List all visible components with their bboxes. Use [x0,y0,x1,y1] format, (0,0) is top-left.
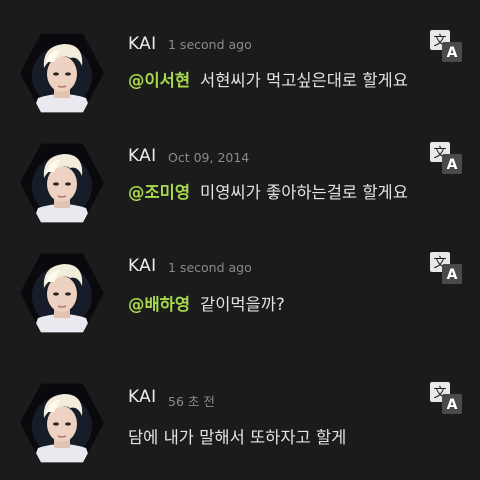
comment-text: 담에 내가 말해서 또하자고 할게 [128,428,347,447]
comment-body: @이서현 서현씨가 먹고싶은대로 할게요 [128,67,408,91]
mention-link[interactable]: @이서현 [128,71,190,90]
author-name[interactable]: KAI [128,146,156,166]
comment-text: 같이먹을까? [200,295,285,314]
author-name[interactable]: KAI [128,34,156,54]
translate-icon[interactable] [430,142,462,174]
avatar[interactable] [20,382,104,464]
avatar[interactable] [20,142,104,224]
translate-icon[interactable] [430,382,462,414]
timestamp: 56 초 전 [168,394,215,409]
mention-link[interactable]: @조미영 [128,183,190,202]
translate-icon[interactable] [430,30,462,62]
comment-text: 서현씨가 먹고싶은대로 할게요 [200,71,408,90]
timestamp: 1 second ago [168,260,252,275]
comment-item: KAI 1 second ago @이서현 서현씨가 먹고싶은대로 할게요 [0,0,480,110]
comment-item: KAI Oct 09, 2014 @조미영 미영씨가 좋아하는걸로 할게요 [0,110,480,220]
comment-body: @조미영 미영씨가 좋아하는걸로 할게요 [128,179,408,203]
timestamp: 1 second ago [168,37,252,52]
translate-icon[interactable] [430,252,462,284]
author-name[interactable]: KAI [128,256,156,276]
timestamp: Oct 09, 2014 [168,150,250,165]
comment-item: KAI 56 초 전 담에 내가 말해서 또하자고 할게 [0,350,480,460]
comment-body: @배하영 같이먹을까? [128,291,285,315]
comment-text: 미영씨가 좋아하는걸로 할게요 [200,183,408,202]
avatar[interactable] [20,252,104,334]
comment-item: KAI 1 second ago @배하영 같이먹을까? [0,220,480,330]
mention-link[interactable]: @배하영 [128,295,190,314]
author-name[interactable]: KAI [128,387,156,407]
avatar[interactable] [20,32,104,114]
comment-body: 담에 내가 말해서 또하자고 할게 [128,424,346,448]
